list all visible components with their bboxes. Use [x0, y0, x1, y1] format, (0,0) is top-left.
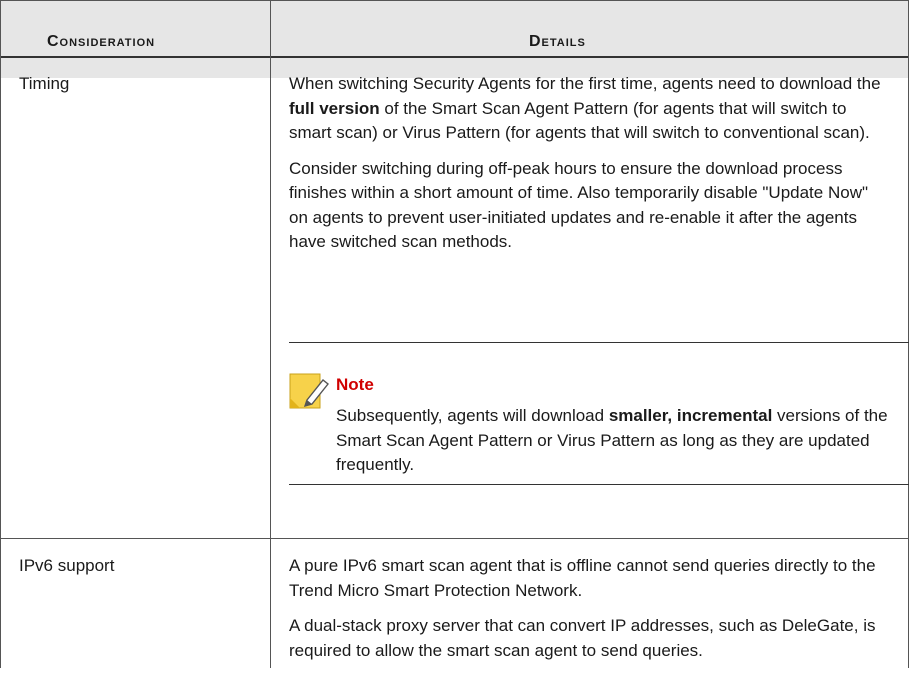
header-details: Details — [529, 33, 586, 50]
row-timing-consideration: Timing — [19, 74, 70, 93]
row-divider — [0, 538, 909, 539]
considerations-table: Consideration Details Timing When switch… — [0, 0, 909, 668]
table-left-border — [0, 0, 1, 668]
note-top-rule — [289, 342, 909, 343]
header-bottom-border — [0, 56, 909, 58]
note-text: Subsequently, agents will download small… — [336, 406, 888, 474]
row-ipv6-details: A pure IPv6 smart scan agent that is off… — [289, 554, 889, 674]
timing-paragraph-2: Consider switching during off-peak hours… — [289, 158, 869, 252]
table-top-border — [0, 0, 909, 1]
note-pencil-icon — [289, 373, 329, 409]
header-consideration: Consideration — [47, 33, 156, 50]
row-timing-details: When switching Security Agents for the f… — [289, 72, 889, 266]
ipv6-paragraph-1: A pure IPv6 smart scan agent that is off… — [289, 556, 876, 600]
note-bottom-rule — [289, 484, 909, 485]
timing-paragraph-1: When switching Security Agents for the f… — [289, 74, 881, 142]
column-divider — [270, 0, 271, 668]
note-title: Note — [336, 375, 374, 394]
ipv6-paragraph-2: A dual-stack proxy server that can conve… — [289, 616, 876, 660]
table-header-row: Consideration Details — [0, 0, 909, 78]
row-ipv6-consideration: IPv6 support — [19, 556, 115, 575]
